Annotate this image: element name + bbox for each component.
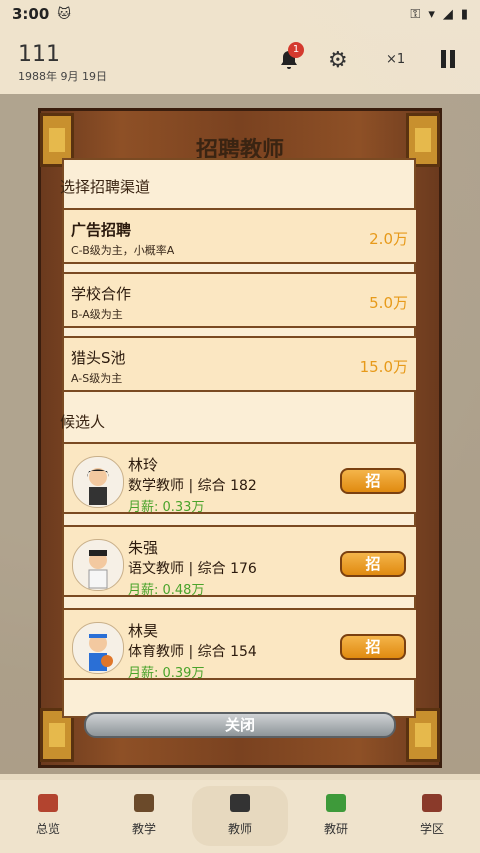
- channel-name: 广告招聘: [71, 221, 132, 239]
- candidate-info: 语文教师 | 综合 176: [128, 561, 257, 577]
- channel-desc: C-B级为主，小概率A: [71, 244, 175, 257]
- candidate-salary: 月薪: 0.39万: [128, 666, 205, 681]
- hire-button[interactable]: 招: [340, 468, 406, 494]
- teacher-avatar: [72, 539, 124, 591]
- bottom-nav: 总览 教学 教师 教研 学区: [0, 780, 480, 853]
- candidate-salary: 月薪: 0.33万: [128, 500, 205, 515]
- game-date: 1988年 9月 19日: [18, 70, 107, 83]
- gear-icon[interactable]: ⚙: [328, 48, 348, 73]
- channels-label: 选择招聘渠道: [60, 178, 151, 196]
- signal-icon: ◢: [442, 6, 453, 22]
- nav-teaching[interactable]: 教学: [96, 786, 192, 846]
- candidate-salary: 月薪: 0.48万: [128, 583, 205, 598]
- top-bar: 111 1988年 9月 19日 1 ⚙ ×1: [0, 40, 480, 86]
- key-icon: ⚿: [410, 6, 421, 22]
- speed-toggle[interactable]: ×1: [386, 52, 405, 67]
- channel-ads[interactable]: 广告招聘 C-B级为主，小概率A 2.0万: [64, 208, 416, 264]
- channel-price: 5.0万: [369, 294, 408, 312]
- candidate-name: 林昊: [128, 622, 159, 640]
- close-button[interactable]: 关闭: [84, 712, 396, 738]
- battery-icon: ▮: [460, 6, 468, 22]
- channel-headhunter[interactable]: 猎头S池 A-S级为主 15.0万: [64, 336, 416, 392]
- status-time: 3:00: [12, 5, 50, 23]
- home-icon: [38, 794, 58, 812]
- nav-research[interactable]: 教研: [288, 786, 384, 846]
- nav-label: 教研: [323, 822, 348, 836]
- nav-label: 总览: [35, 822, 60, 836]
- status-icons: ⚿ ▾ ◢ ▮: [410, 7, 468, 22]
- hire-button[interactable]: 招: [340, 634, 406, 660]
- candidate-row: 朱强 语文教师 | 综合 176 月薪: 0.48万 招: [64, 525, 416, 598]
- candidate-name: 林玲: [128, 456, 159, 474]
- candidates-label: 候选人: [60, 413, 106, 431]
- candidate-row: 林玲 数学教师 | 综合 182 月薪: 0.33万 招: [64, 442, 416, 515]
- nav-label: 教学: [131, 822, 156, 836]
- channel-name: 猎头S池: [71, 349, 126, 367]
- teacher-avatar: [72, 622, 124, 674]
- score: 111: [18, 42, 60, 67]
- channel-school[interactable]: 学校合作 B-A级为主 5.0万: [64, 272, 416, 328]
- channel-price: 2.0万: [369, 230, 408, 248]
- flask-icon: [326, 794, 346, 812]
- nav-label: 学区: [419, 822, 444, 836]
- nav-overview[interactable]: 总览: [0, 786, 96, 846]
- channel-desc: A-S级为主: [71, 372, 123, 385]
- candidate-row: 林昊 体育教师 | 综合 154 月薪: 0.39万 招: [64, 608, 416, 681]
- channel-price: 15.0万: [359, 358, 408, 376]
- hire-button[interactable]: 招: [340, 551, 406, 577]
- nav-teachers[interactable]: 教师: [192, 786, 288, 846]
- book-icon: [134, 794, 154, 812]
- nav-label: 教师: [227, 822, 252, 836]
- candidate-name: 朱强: [128, 539, 159, 557]
- teacher-avatar: [72, 456, 124, 508]
- candidate-info: 体育教师 | 综合 154: [128, 644, 257, 660]
- channel-desc: B-A级为主: [71, 308, 123, 321]
- status-bar: 3:00 🐱 ⚿ ▾ ◢ ▮: [0, 0, 480, 28]
- notification-badge: 1: [288, 42, 304, 58]
- channel-name: 学校合作: [71, 285, 132, 303]
- wifi-icon: ▾: [428, 6, 435, 22]
- teachers-icon: [230, 794, 250, 812]
- candidate-info: 数学教师 | 综合 182: [128, 478, 257, 494]
- nav-district[interactable]: 学区: [384, 786, 480, 846]
- cat-icon: 🐱: [57, 6, 71, 22]
- pause-icon[interactable]: [441, 50, 457, 68]
- school-icon: [422, 794, 442, 812]
